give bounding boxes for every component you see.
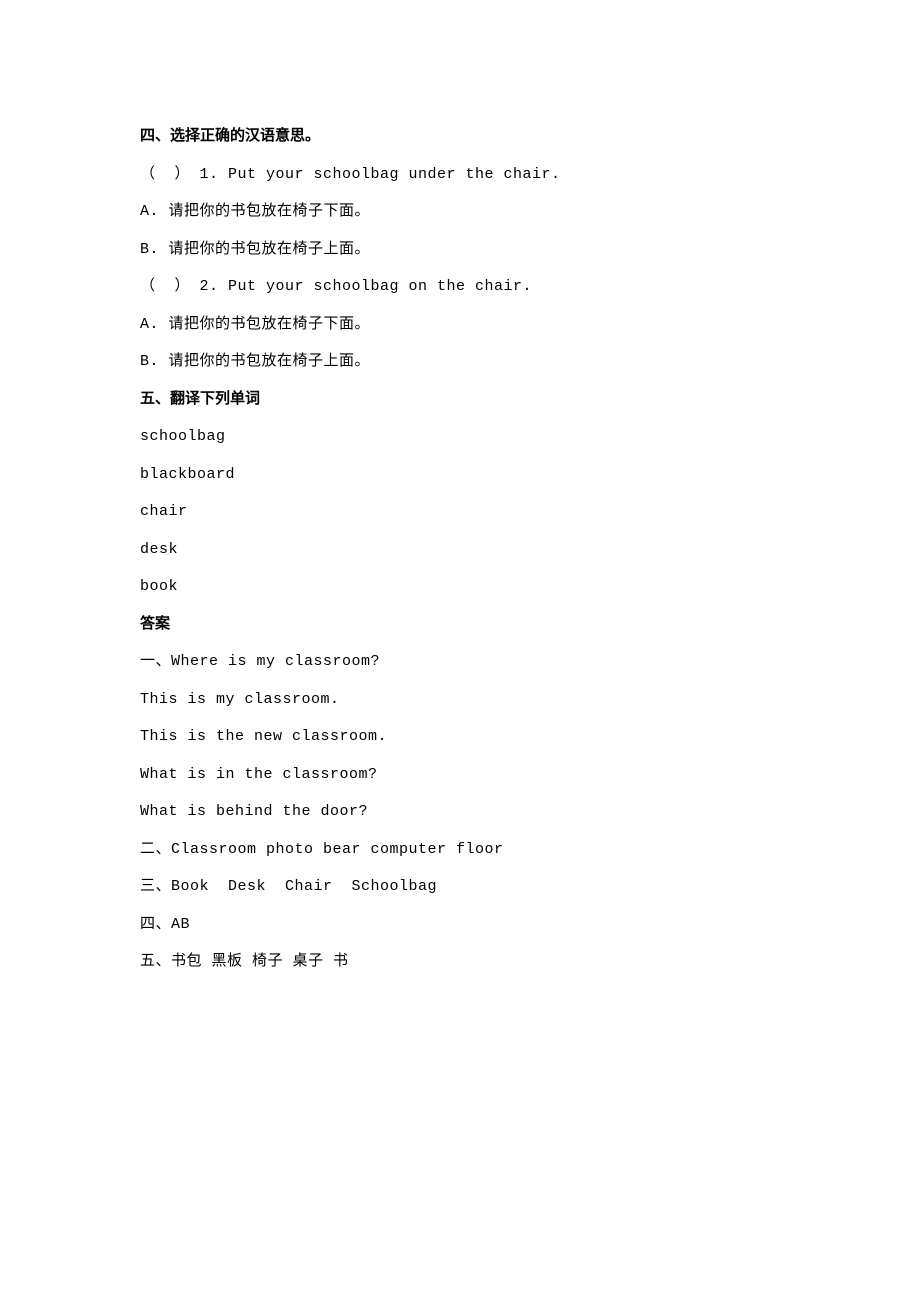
answer-1-line1: 一、Where is my classroom? [140,643,790,681]
answer-1-line5: What is behind the door? [140,793,790,831]
q1-option-b: B. 请把你的书包放在椅子上面。 [140,231,790,269]
word-3: chair [140,493,790,531]
worksheet-page: 四、选择正确的汉语意思。 （ ） 1. Put your schoolbag u… [0,0,920,1302]
word-4: desk [140,531,790,569]
q1-option-a: A. 请把你的书包放在椅子下面。 [140,193,790,231]
answer-2: 二、Classroom photo bear computer floor [140,831,790,869]
q2-option-b: B. 请把你的书包放在椅子上面。 [140,343,790,381]
word-2: blackboard [140,456,790,494]
section4-heading: 四、选择正确的汉语意思。 [140,118,790,156]
section5-heading: 五、翻译下列单词 [140,381,790,419]
q1-prompt: （ ） 1. Put your schoolbag under the chai… [140,156,790,194]
answer-5: 五、书包 黑板 椅子 桌子 书 [140,943,790,981]
word-5: book [140,568,790,606]
answer-1-line2: This is my classroom. [140,681,790,719]
word-1: schoolbag [140,418,790,456]
q2-option-a: A. 请把你的书包放在椅子下面。 [140,306,790,344]
answer-1-line3: This is the new classroom. [140,718,790,756]
answer-4: 四、AB [140,906,790,944]
answers-heading: 答案 [140,606,790,644]
q2-prompt: （ ） 2. Put your schoolbag on the chair. [140,268,790,306]
answer-3: 三、Book Desk Chair Schoolbag [140,868,790,906]
answer-1-line4: What is in the classroom? [140,756,790,794]
